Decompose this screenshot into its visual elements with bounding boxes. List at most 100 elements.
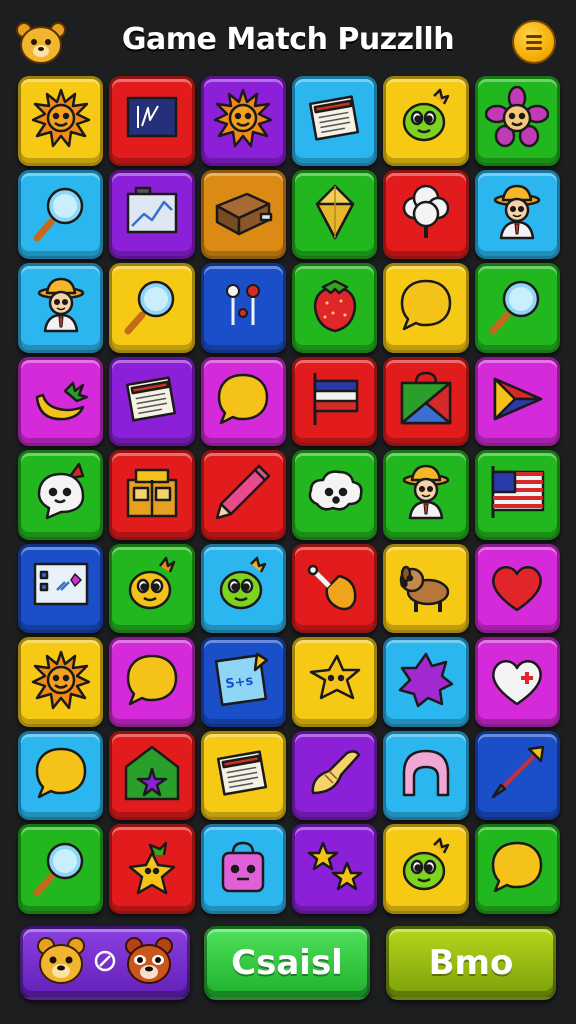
newspaper-icon [211, 741, 275, 810]
board-tile[interactable] [200, 76, 286, 166]
board-tile[interactable] [383, 824, 469, 914]
board-tile[interactable] [474, 730, 560, 821]
ghost-icon [29, 460, 93, 529]
board-tile[interactable] [109, 169, 195, 260]
board-tile[interactable] [18, 637, 104, 727]
board-tile[interactable] [292, 356, 378, 447]
board-tile[interactable] [292, 76, 378, 166]
footer-bar: Csaisl Bmo [0, 922, 576, 1004]
board-tile[interactable] [292, 543, 378, 634]
sun-icon [29, 86, 93, 155]
heart-icon [485, 554, 549, 623]
green-bird-icon [211, 554, 275, 623]
board-tile[interactable] [200, 543, 286, 634]
board-tile[interactable] [383, 76, 469, 166]
board-tile[interactable] [109, 543, 195, 634]
board-tile[interactable] [18, 543, 104, 634]
usa-flag-icon [485, 460, 549, 529]
board-tile[interactable] [474, 169, 560, 260]
purple-star-icon [394, 648, 458, 717]
board-tile[interactable] [292, 263, 378, 353]
board-tile[interactable] [292, 730, 378, 821]
board-tile[interactable] [109, 76, 195, 166]
pets-button[interactable] [20, 926, 190, 1000]
newspaper-icon [303, 86, 367, 155]
yellow-bird-icon [120, 554, 184, 623]
board-tile[interactable] [383, 450, 469, 540]
flag-icon [303, 367, 367, 436]
sun-icon [29, 648, 93, 717]
middle-action-label: Csaisl [231, 943, 343, 983]
board-tile[interactable] [109, 450, 195, 540]
board-tile[interactable] [200, 263, 286, 353]
magnifier-icon [485, 273, 549, 342]
board-tile[interactable] [292, 824, 378, 914]
diamond-icon [303, 180, 367, 249]
magnifier-icon [29, 835, 93, 904]
bear-face-icon [35, 935, 87, 992]
treasure-box-icon [211, 180, 275, 249]
brush-icon [303, 741, 367, 810]
board-tile[interactable] [18, 730, 104, 821]
magnifier-icon [120, 273, 184, 342]
board-tile[interactable] [18, 450, 104, 540]
board-tile[interactable] [383, 169, 469, 260]
board-tile[interactable]: S+s [200, 637, 286, 727]
house-star-icon [120, 741, 184, 810]
right-action-button[interactable]: Bmo [386, 926, 556, 1000]
board-tile[interactable] [474, 76, 560, 166]
board-tile[interactable] [383, 730, 469, 821]
board-tile[interactable] [292, 450, 378, 540]
newspaper-icon [120, 367, 184, 436]
board-tile[interactable] [383, 637, 469, 727]
board-tile[interactable] [18, 356, 104, 447]
arrow-icon [485, 741, 549, 810]
board-tile[interactable] [18, 263, 104, 353]
board-tile[interactable] [200, 356, 286, 447]
board-tile[interactable] [200, 169, 286, 260]
whiteboard-icon [29, 554, 93, 623]
board-tile[interactable] [200, 450, 286, 540]
board-tile[interactable] [200, 824, 286, 914]
strawberry-icon [303, 273, 367, 342]
puzzle-board: S+s [18, 76, 560, 914]
board-tile[interactable] [109, 356, 195, 447]
board-tile[interactable] [109, 263, 195, 353]
board-tile[interactable] [474, 637, 560, 727]
board-tile[interactable] [18, 76, 104, 166]
gift-bag-icon [394, 367, 458, 436]
hamburger-menu-icon[interactable] [512, 20, 556, 64]
yellow-star-character-icon [120, 835, 184, 904]
board-tile[interactable] [18, 169, 104, 260]
board-tile[interactable] [200, 730, 286, 821]
banana-icon [29, 367, 93, 436]
board-tile[interactable] [383, 356, 469, 447]
board-tile[interactable] [292, 169, 378, 260]
chart-folder-icon [120, 180, 184, 249]
explorer-icon [394, 460, 458, 529]
board-tile[interactable] [383, 543, 469, 634]
board-tile[interactable] [474, 263, 560, 353]
board-tile[interactable] [292, 637, 378, 727]
green-bird-icon [394, 86, 458, 155]
board-tile[interactable] [474, 543, 560, 634]
board-tile[interactable] [383, 263, 469, 353]
board-tile[interactable] [109, 637, 195, 727]
arch-icon [394, 741, 458, 810]
pen-icon [211, 460, 275, 529]
cloud-tree-icon [394, 180, 458, 249]
board-tile[interactable] [474, 824, 560, 914]
green-bird-icon [394, 835, 458, 904]
board-tile[interactable] [18, 824, 104, 914]
speech-bubble-icon [485, 835, 549, 904]
board-tile[interactable] [109, 730, 195, 821]
board-tile[interactable] [109, 824, 195, 914]
notepad-icon: S+s [211, 648, 275, 717]
board-tile[interactable] [474, 450, 560, 540]
speech-bubble-icon [211, 367, 275, 436]
robot-bag-icon [211, 835, 275, 904]
speech-bubble-icon [120, 648, 184, 717]
board-tile[interactable] [474, 356, 560, 447]
middle-action-button[interactable]: Csaisl [204, 926, 370, 1000]
star-blob-icon [303, 648, 367, 717]
